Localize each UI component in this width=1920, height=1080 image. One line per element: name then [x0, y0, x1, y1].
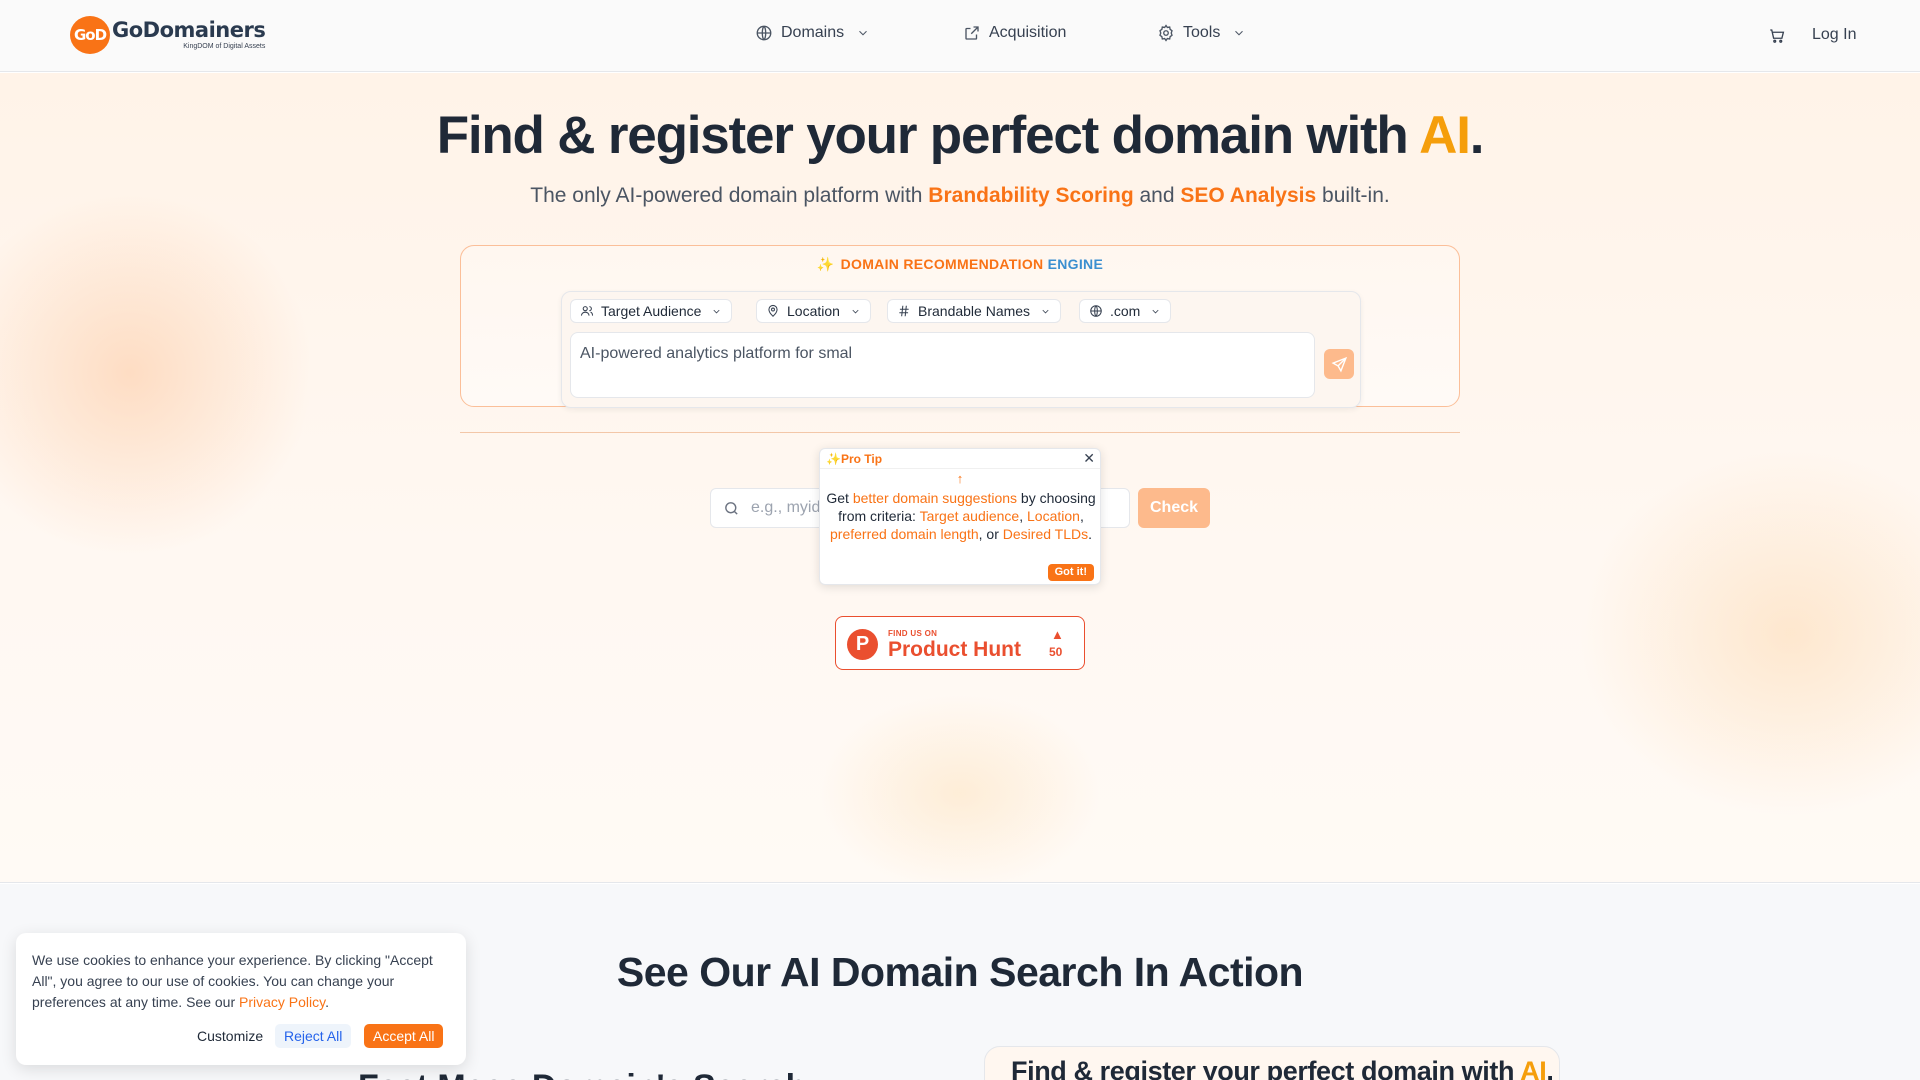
tip-text: .	[1088, 526, 1092, 542]
nav-tools[interactable]: Tools	[1157, 24, 1246, 42]
cookie-banner: We use cookies to enhance your experienc…	[16, 933, 466, 1065]
search-icon	[725, 502, 738, 515]
preview-title-ai: AI	[1520, 1056, 1547, 1080]
upvote-triangle-icon: ▲	[1051, 627, 1064, 642]
pro-tip-text: Get better domain suggestions by choosin…	[826, 489, 1096, 543]
cart-button[interactable]	[1768, 27, 1786, 45]
demo-preview-card: Find & register your perfect domain with…	[984, 1046, 1560, 1080]
privacy-policy-link[interactable]: Privacy Policy	[239, 994, 325, 1010]
send-button[interactable]	[1324, 349, 1354, 379]
product-hunt-badge[interactable]: P FIND US ON Product Hunt ▲ 50	[835, 616, 1085, 670]
send-icon	[1330, 356, 1347, 373]
sparkles-icon: ✨	[816, 256, 835, 272]
nav-acquisition[interactable]: Acquisition	[963, 24, 1066, 42]
hero-title-ai: AI	[1419, 106, 1471, 165]
gear-icon	[1159, 24, 1173, 42]
engine-label-part2: ENGINE	[1047, 256, 1104, 272]
chip-label: Target Audience	[601, 303, 702, 319]
logo-name: GoDomainers	[112, 18, 266, 42]
chip-brandable-names[interactable]: Brandable Names	[887, 299, 1062, 323]
preview-title-end: .	[1546, 1056, 1554, 1080]
users-icon	[580, 306, 594, 316]
engine-label-part1: DOMAIN RECOMMENDATION	[840, 256, 1044, 272]
nav-acquisition-label: Acquisition	[989, 24, 1067, 41]
chip-target-audience[interactable]: Target Audience	[570, 299, 733, 323]
subtitle-highlight-brandability: Brandability Scoring	[928, 184, 1134, 207]
chevron-down-icon	[713, 309, 720, 313]
query-box: Target Audience Location Brandable Names…	[561, 291, 1361, 408]
pro-tip-title: ✨Pro Tip	[820, 449, 1100, 469]
chip-tld[interactable]: .com	[1079, 299, 1172, 323]
chevron-down-icon	[859, 30, 868, 36]
tip-text: ,	[1019, 508, 1028, 524]
close-icon[interactable]: ✕	[1083, 450, 1095, 467]
login-link[interactable]: Log In	[1812, 26, 1856, 44]
section-divider	[460, 432, 1460, 433]
product-hunt-name: Product Hunt	[888, 638, 1021, 661]
logo-tagline: KingDOM of Digital Assets	[183, 43, 266, 50]
chip-label: Brandable Names	[918, 303, 1031, 319]
cookie-text-end: .	[325, 994, 329, 1010]
check-button[interactable]: Check	[1138, 488, 1210, 528]
tip-highlight: Target audience	[919, 508, 1020, 524]
chip-label: .com	[1110, 303, 1141, 319]
upvote-count: 50	[1049, 645, 1063, 659]
tip-text: ,	[1079, 508, 1084, 524]
globe-icon	[1090, 305, 1102, 317]
nav-tools-label: Tools	[1183, 24, 1221, 41]
globe-icon	[756, 25, 772, 41]
tip-highlight: Desired TLDs	[1002, 526, 1089, 542]
hero-title-main: Find & register your perfect domain with	[436, 106, 1420, 165]
hero-title: Find & register your perfect domain with…	[0, 105, 1920, 166]
tip-highlight: better domain suggestions	[852, 490, 1018, 506]
demo-preview-title: Find & register your perfect domain with…	[1011, 1056, 1554, 1080]
subtitle-text: The only AI-powered domain platform with	[530, 184, 929, 207]
chip-label: Location	[787, 303, 840, 319]
pro-tip-popover: ✨Pro Tip ✕ ↑ Get better domain suggestio…	[819, 448, 1101, 585]
cookie-message: We use cookies to enhance your experienc…	[32, 950, 452, 1013]
hero-title-end: .	[1469, 106, 1485, 165]
site-logo[interactable]: GoD GoDomainers KingDOM of Digital Asset…	[70, 16, 266, 54]
nav-domains[interactable]: Domains	[755, 24, 870, 42]
cookie-text: We use cookies to enhance your experienc…	[32, 952, 433, 1010]
chevron-down-icon	[1042, 309, 1049, 313]
product-hunt-small-text: FIND US ON	[888, 629, 938, 638]
cart-icon	[1770, 29, 1785, 43]
chevron-down-icon	[1152, 309, 1159, 313]
subtitle-text: built-in.	[1316, 184, 1390, 207]
engine-label: ✨ DOMAIN RECOMMENDATION ENGINE	[461, 256, 1459, 273]
hero-subtitle: The only AI-powered domain platform with…	[0, 184, 1920, 208]
product-hunt-logo-icon: P	[847, 629, 878, 660]
tip-highlight: Location	[1027, 508, 1080, 524]
customize-button[interactable]: Customize	[188, 1024, 272, 1048]
top-navbar: GoD GoDomainers KingDOM of Digital Asset…	[0, 0, 1920, 72]
got-it-button[interactable]: Got it!	[1047, 564, 1094, 581]
subtitle-text: and	[1133, 184, 1181, 207]
chevron-down-icon	[852, 309, 859, 313]
external-link-icon	[965, 26, 979, 40]
preview-title-main: Find & register your perfect domain with	[1011, 1056, 1521, 1080]
hero-section: Find & register your perfect domain with…	[0, 73, 1920, 883]
nav-domains-label: Domains	[781, 24, 845, 41]
hash-icon	[899, 305, 909, 317]
tip-text: , or	[978, 526, 1003, 542]
arrow-up-icon: ↑	[956, 471, 964, 486]
accept-all-button[interactable]: Accept All	[364, 1024, 444, 1048]
map-pin-icon	[768, 304, 778, 317]
chip-location[interactable]: Location	[756, 299, 871, 323]
recommendation-engine-card: ✨ DOMAIN RECOMMENDATION ENGINE Target Aud…	[460, 245, 1460, 408]
business-description-input[interactable]: AI-powered analytics platform for smal	[570, 332, 1315, 398]
reject-all-button[interactable]: Reject All	[275, 1024, 352, 1048]
tip-text: Get	[826, 490, 853, 506]
chevron-down-icon	[1235, 30, 1244, 36]
tip-highlight: preferred domain length	[830, 526, 979, 542]
demo-left-heading: Fast Mass Domain's Search	[358, 1068, 806, 1080]
subtitle-highlight-seo: SEO Analysis	[1180, 184, 1317, 207]
logo-badge: GoD	[70, 16, 110, 54]
